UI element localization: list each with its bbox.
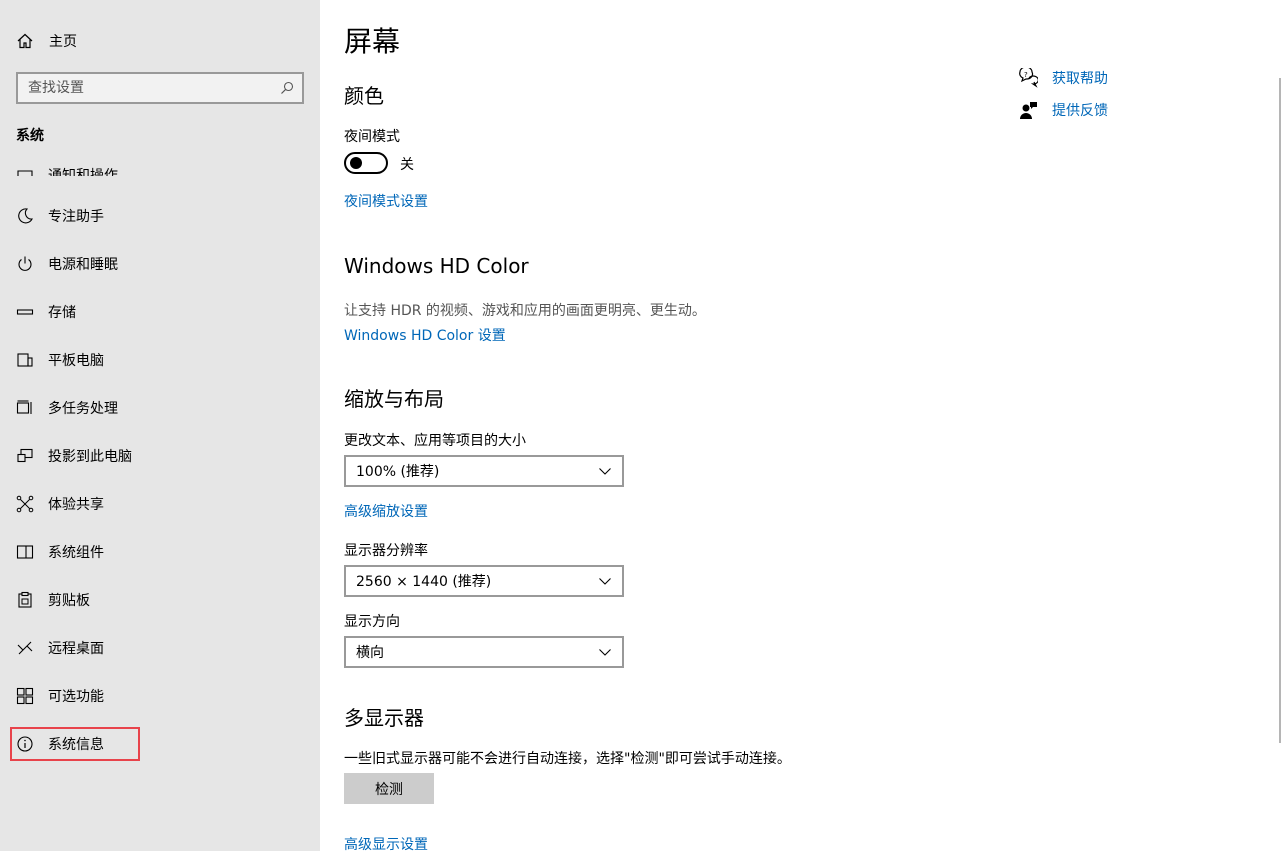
night-mode-settings-link[interactable]: 夜间模式设置 bbox=[344, 191, 428, 211]
multi-display-description: 一些旧式显示器可能不会进行自动连接，选择"检测"即可尝试手动连接。 bbox=[344, 751, 791, 767]
chevron-down-icon bbox=[599, 649, 611, 656]
sidebar-item-storage[interactable]: 存储 bbox=[0, 288, 320, 336]
get-help-link[interactable]: ? 获取帮助 bbox=[1018, 66, 1218, 90]
section-heading-scale: 缩放与布局 bbox=[344, 387, 444, 411]
feedback-link[interactable]: 提供反馈 bbox=[1018, 98, 1218, 122]
search-input[interactable] bbox=[28, 80, 268, 96]
svg-text:?: ? bbox=[1024, 71, 1028, 79]
sidebar-item-label: 存储 bbox=[48, 305, 76, 321]
advanced-scaling-link[interactable]: 高级缩放设置 bbox=[344, 501, 428, 521]
sidebar-item-label: 系统组件 bbox=[48, 545, 104, 561]
resolution-label: 显示器分辨率 bbox=[344, 543, 428, 559]
chat-help-icon: ? bbox=[1019, 68, 1038, 88]
section-heading-color: 颜色 bbox=[344, 84, 384, 108]
section-heading-multi-display: 多显示器 bbox=[344, 706, 424, 730]
storage-icon bbox=[16, 309, 34, 315]
chevron-down-icon bbox=[599, 578, 611, 585]
night-mode-state: 关 bbox=[400, 157, 414, 173]
clipboard-icon bbox=[18, 591, 32, 608]
tablet-icon bbox=[17, 353, 33, 367]
orientation-dropdown[interactable]: 横向 bbox=[344, 636, 624, 668]
sidebar-item-label: 远程桌面 bbox=[48, 641, 104, 657]
text-size-label: 更改文本、应用等项目的大小 bbox=[344, 433, 526, 449]
dropdown-value: 横向 bbox=[356, 645, 384, 661]
notification-icon bbox=[17, 170, 33, 176]
section-label: 系统 bbox=[16, 128, 44, 144]
info-icon bbox=[17, 736, 33, 752]
dropdown-value: 100% (推荐) bbox=[356, 464, 440, 480]
home-label: 主页 bbox=[49, 34, 77, 50]
sidebar-item-tablet[interactable]: 平板电脑 bbox=[0, 336, 320, 384]
detect-button[interactable]: 检测 bbox=[344, 773, 434, 804]
sidebar-item-label: 系统信息 bbox=[48, 737, 104, 753]
sidebar-item-label: 剪贴板 bbox=[48, 593, 90, 609]
sidebar-item-remote-desktop[interactable]: 远程桌面 bbox=[0, 624, 320, 672]
advanced-display-link[interactable]: 高级显示设置 bbox=[344, 834, 428, 854]
search-icon[interactable] bbox=[280, 81, 294, 95]
features-icon bbox=[16, 687, 34, 705]
sidebar-item-power[interactable]: 电源和睡眠 bbox=[0, 240, 320, 288]
multitask-icon bbox=[16, 400, 32, 414]
remote-desktop-icon bbox=[17, 641, 33, 655]
sidebar-item-shared-experiences[interactable]: 体验共享 bbox=[0, 480, 320, 528]
sidebar-item-notifications[interactable]: 通知和操作 bbox=[0, 160, 320, 176]
moon-icon bbox=[18, 208, 33, 224]
home-nav[interactable]: 主页 bbox=[16, 28, 77, 54]
get-help-label: 获取帮助 bbox=[1052, 71, 1108, 87]
sidebar-item-label: 通知和操作 bbox=[48, 168, 118, 176]
sidebar-item-project[interactable]: 投影到此电脑 bbox=[0, 432, 320, 480]
sidebar-item-clipboard[interactable]: 剪贴板 bbox=[0, 576, 320, 624]
sidebar-item-multitasking[interactable]: 多任务处理 bbox=[0, 384, 320, 432]
sidebar-item-components[interactable]: 系统组件 bbox=[0, 528, 320, 576]
sidebar-item-label: 专注助手 bbox=[48, 209, 104, 225]
section-heading-hdr: Windows HD Color bbox=[344, 254, 529, 278]
sidebar-item-label: 投影到此电脑 bbox=[48, 449, 132, 465]
hdr-settings-link[interactable]: Windows HD Color 设置 bbox=[344, 325, 506, 345]
dropdown-value: 2560 × 1440 (推荐) bbox=[356, 574, 492, 590]
orientation-label: 显示方向 bbox=[344, 614, 400, 630]
chevron-down-icon bbox=[599, 468, 611, 475]
sidebar-item-optional-features[interactable]: 可选功能 bbox=[0, 672, 320, 720]
sidebar-item-label: 平板电脑 bbox=[48, 353, 104, 369]
night-mode-label: 夜间模式 bbox=[344, 129, 400, 145]
feedback-label: 提供反馈 bbox=[1052, 103, 1108, 119]
power-icon bbox=[18, 256, 32, 271]
components-icon bbox=[16, 545, 34, 559]
sidebar-item-label: 多任务处理 bbox=[48, 401, 118, 417]
sidebar-item-focus-assist[interactable]: 专注助手 bbox=[0, 192, 320, 240]
search-box[interactable] bbox=[16, 72, 304, 104]
sidebar-item-about[interactable]: 系统信息 bbox=[0, 720, 320, 768]
sidebar: 主页 系统 通知和操作 专注助手 电源和睡眠 存储 bbox=[0, 0, 320, 851]
page-title: 屏幕 bbox=[344, 25, 401, 58]
share-icon bbox=[16, 495, 34, 513]
sidebar-item-label: 体验共享 bbox=[48, 497, 104, 513]
night-mode-toggle[interactable] bbox=[344, 152, 388, 174]
project-icon bbox=[17, 448, 33, 463]
text-size-dropdown[interactable]: 100% (推荐) bbox=[344, 455, 624, 487]
toggle-knob bbox=[350, 157, 362, 169]
sidebar-item-label: 电源和睡眠 bbox=[48, 257, 118, 273]
scrollbar[interactable] bbox=[1279, 78, 1281, 743]
resolution-dropdown[interactable]: 2560 × 1440 (推荐) bbox=[344, 565, 624, 597]
main-content: 屏幕 颜色 夜间模式 关 夜间模式设置 Windows HD Color 让支持… bbox=[344, 0, 984, 854]
feedback-icon bbox=[1020, 102, 1037, 119]
sidebar-item-label: 可选功能 bbox=[48, 689, 104, 705]
home-icon bbox=[17, 33, 33, 49]
hdr-description: 让支持 HDR 的视频、游戏和应用的画面更明亮、更生动。 bbox=[344, 303, 706, 319]
